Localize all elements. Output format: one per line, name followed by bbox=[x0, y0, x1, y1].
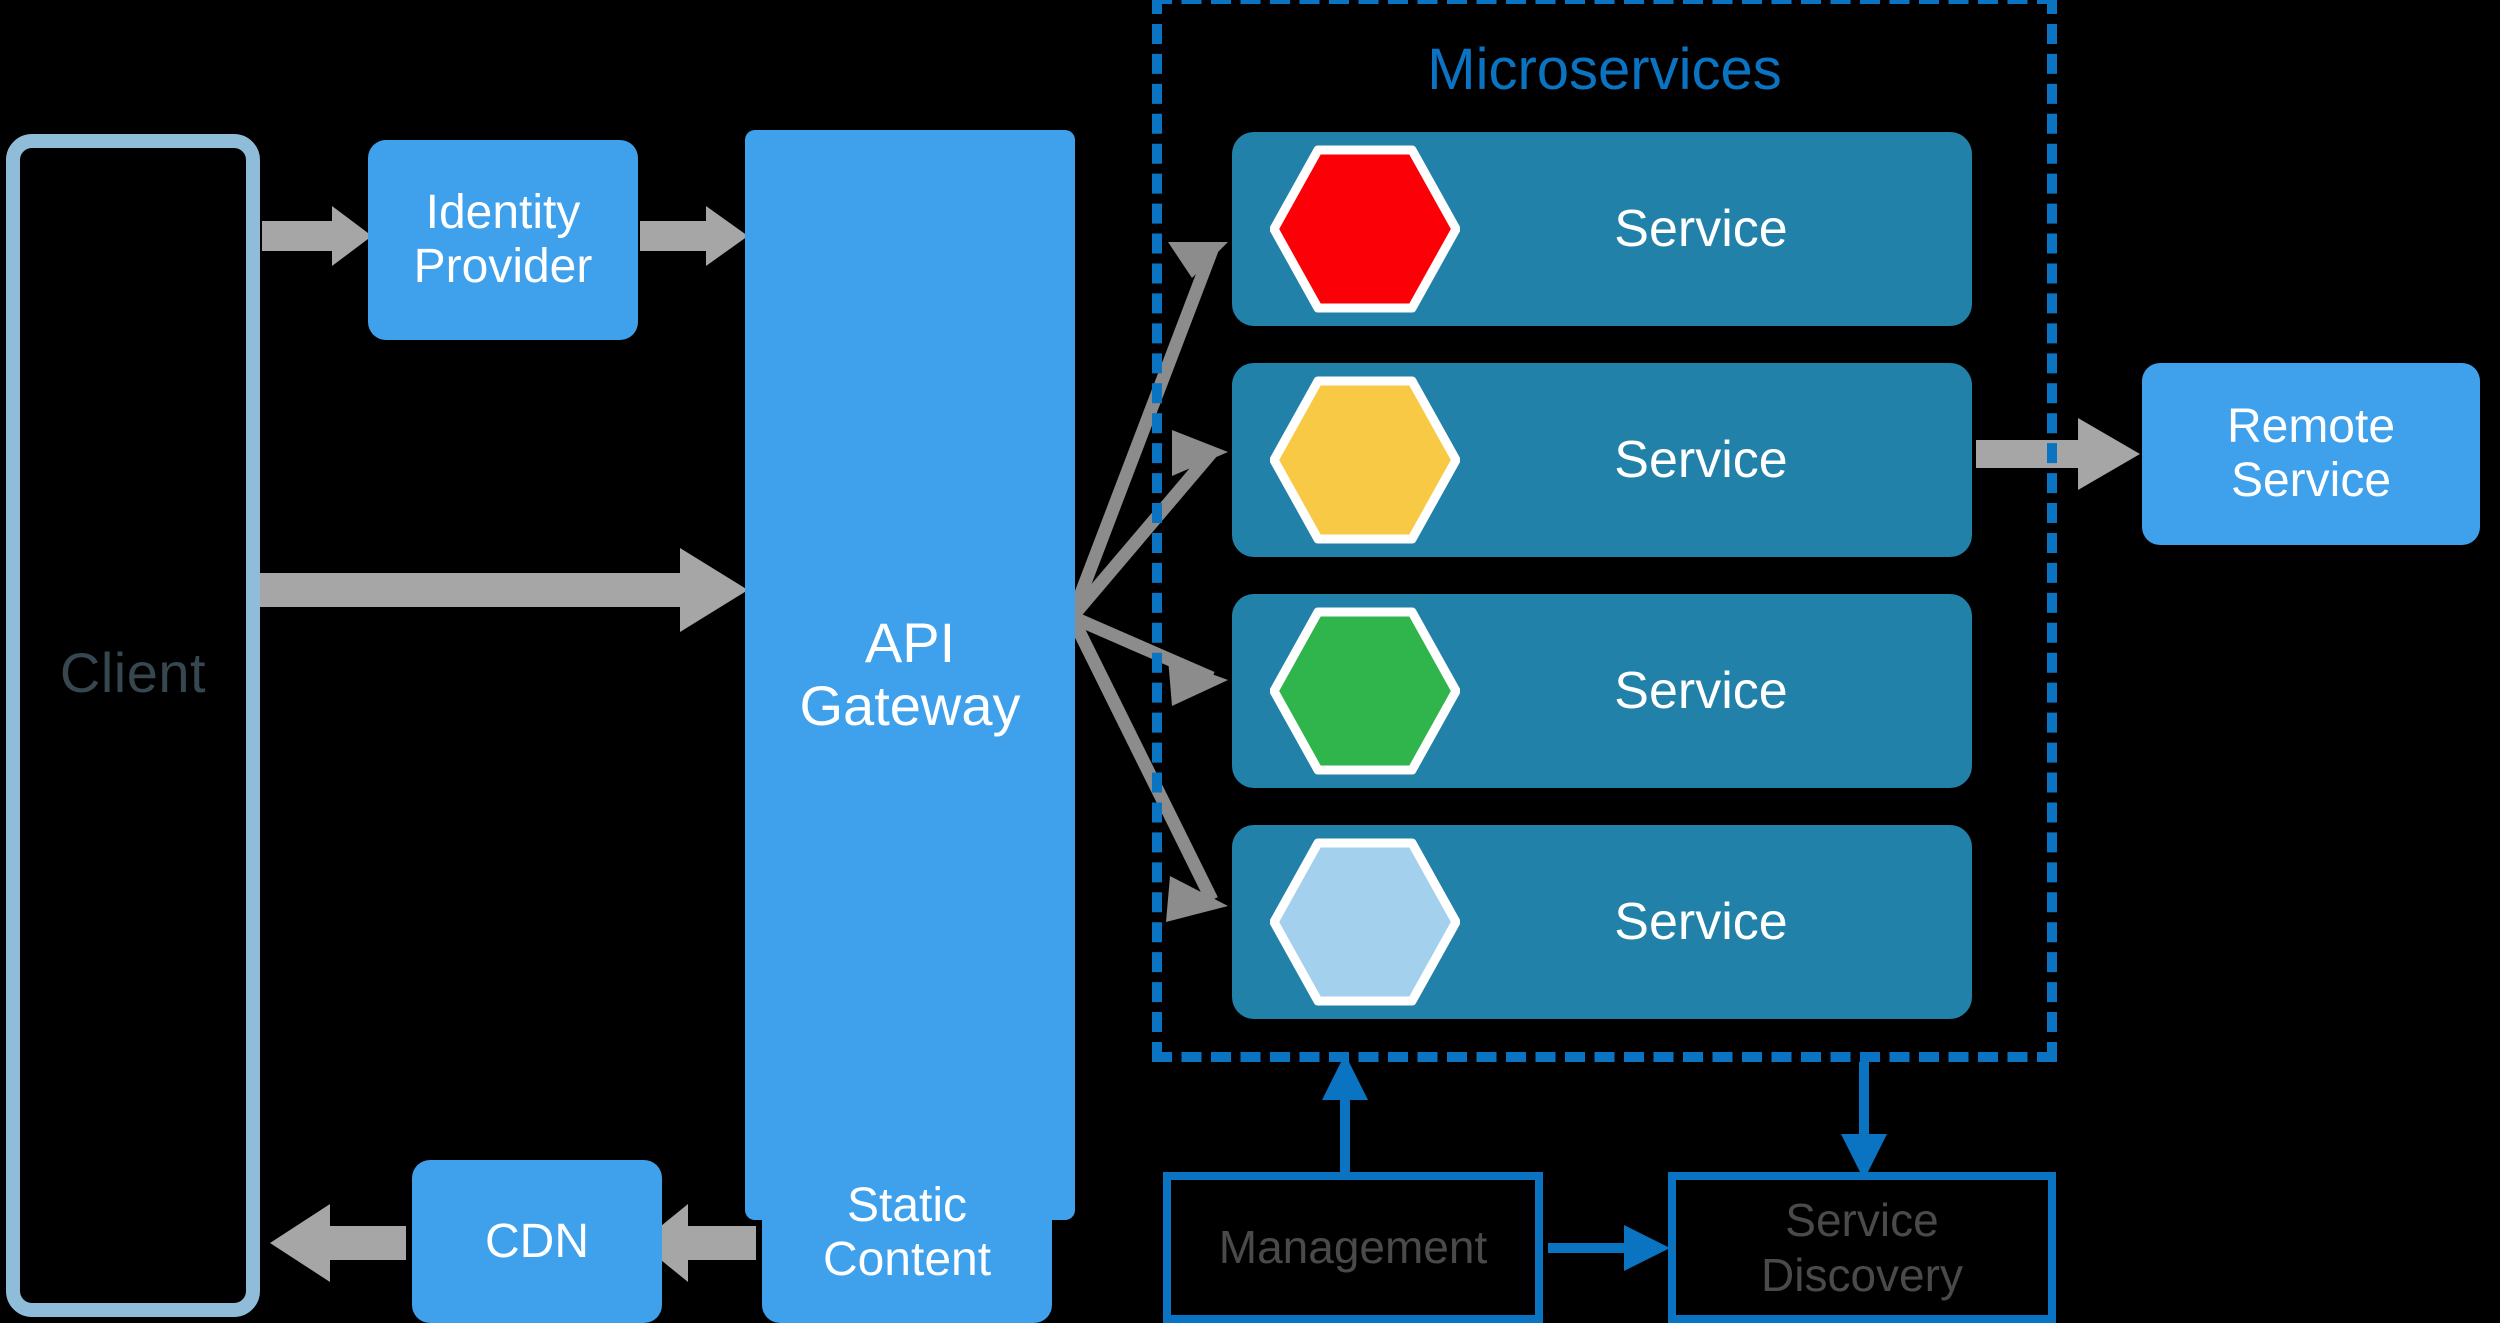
service-label: Service bbox=[1614, 431, 1788, 489]
service-discovery-box[interactable]: Service Discovery bbox=[1668, 1172, 2056, 1323]
remote-service-box[interactable]: Remote Service bbox=[2142, 363, 2480, 545]
client-label: Client bbox=[59, 641, 207, 704]
service-label: Service bbox=[1614, 662, 1788, 720]
arrow-management-to-service-discovery bbox=[1548, 1225, 1670, 1271]
cdn-label: CDN bbox=[485, 1214, 589, 1268]
api-gateway-label-line2: Gateway bbox=[799, 674, 1021, 737]
arrow-management-to-microservices bbox=[1322, 1054, 1368, 1176]
identity-provider-box[interactable]: Identity Provider bbox=[368, 140, 638, 340]
arrow-client-to-identity-provider bbox=[262, 206, 372, 266]
client-box[interactable] bbox=[6, 134, 260, 1317]
api-gateway-box[interactable]: API Gateway bbox=[745, 130, 1075, 1220]
hexagon-icon bbox=[1270, 838, 1460, 1006]
management-box[interactable]: Management bbox=[1163, 1172, 1543, 1323]
service-discovery-label-line1: Service bbox=[1785, 1194, 1939, 1247]
hexagon-icon-wrap bbox=[1270, 606, 1460, 776]
hexagon-icon bbox=[1270, 607, 1460, 775]
arrow-client-to-api-gateway bbox=[258, 548, 748, 632]
static-content-label-line1: Static bbox=[846, 1178, 968, 1232]
api-gateway-label-line1: API bbox=[864, 611, 956, 675]
service-card[interactable]: Service bbox=[1232, 363, 1972, 557]
static-content-label-line2: Content bbox=[822, 1232, 992, 1286]
diagram-canvas: Client Identity Provider API Gateway Mic… bbox=[0, 0, 2500, 1323]
arrow-identity-provider-to-api-gateway bbox=[640, 206, 748, 266]
identity-provider-label-line2: Provider bbox=[413, 240, 593, 293]
hexagon-icon-wrap bbox=[1270, 375, 1460, 545]
static-content-box[interactable]: Static Content bbox=[762, 1142, 1052, 1323]
service-label: Service bbox=[1614, 200, 1788, 258]
service-card[interactable]: Service bbox=[1232, 594, 1972, 788]
cdn-box[interactable]: CDN bbox=[412, 1160, 662, 1323]
service-label: Service bbox=[1614, 893, 1788, 951]
identity-provider-label-line1: Identity bbox=[425, 186, 581, 240]
management-label: Management bbox=[1218, 1221, 1488, 1274]
microservices-group-title: Microservices bbox=[1427, 37, 1782, 102]
service-card[interactable]: Service bbox=[1232, 825, 1972, 1019]
remote-service-label-line1: Remote bbox=[2226, 400, 2396, 454]
service-discovery-label-line2: Discovery bbox=[1761, 1248, 1963, 1301]
arrow-cdn-to-client bbox=[270, 1204, 406, 1282]
hexagon-icon-wrap bbox=[1270, 144, 1460, 314]
arrow-microservices-to-service-discovery bbox=[1841, 1062, 1887, 1180]
service-card[interactable]: Service bbox=[1232, 132, 1972, 326]
hexagon-icon-wrap bbox=[1270, 837, 1460, 1007]
remote-service-label-line2: Service bbox=[2230, 454, 2392, 507]
hexagon-icon bbox=[1270, 376, 1460, 544]
hexagon-icon bbox=[1270, 145, 1460, 313]
